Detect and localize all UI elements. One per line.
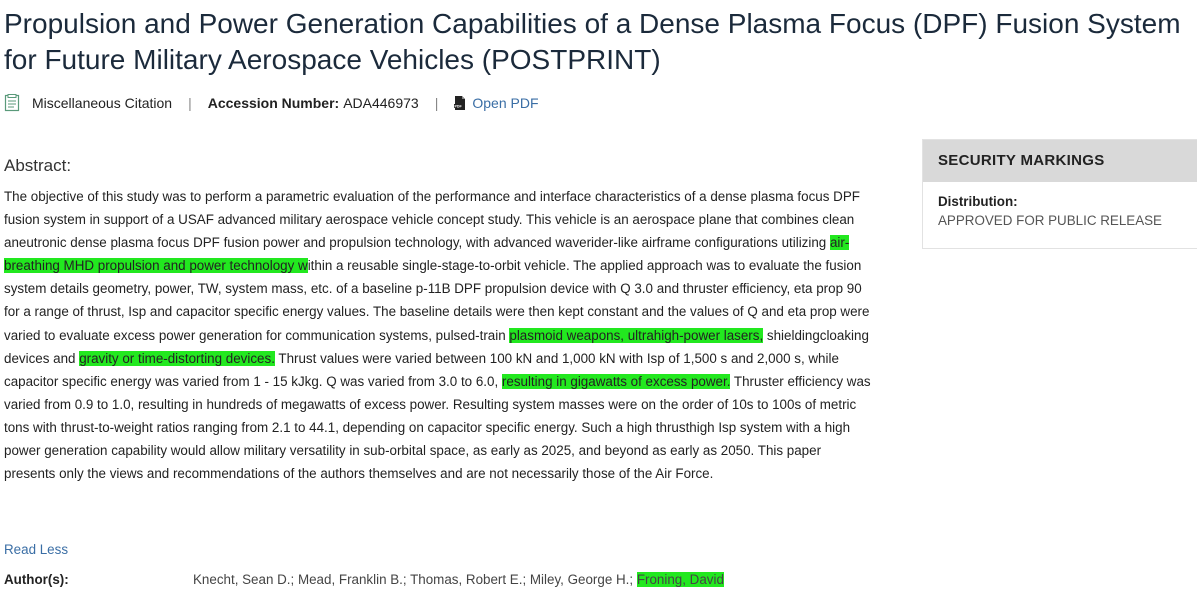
citation-type: Miscellaneous Citation (32, 95, 173, 111)
page-title: Propulsion and Power Generation Capabili… (4, 8, 1181, 75)
distribution-value: APPROVED FOR PUBLIC RELEASE (938, 213, 1162, 228)
authors-names: Knecht, Sean D.; Mead, Franklin B.; Thom… (193, 572, 634, 587)
abstract-highlight: gravity or time-distorting devices. (79, 350, 275, 366)
abstract-heading: Abstract: (4, 156, 72, 175)
pdf-file-icon[interactable]: PDF (454, 96, 466, 110)
abstract-segment: The objective of this study was to perfo… (4, 189, 860, 251)
accession-number-label: Accession Number: (207, 95, 340, 111)
security-markings-panel: SECURITY MARKINGS Distribution: APPROVED… (922, 139, 1197, 249)
distribution-label: Distribution: (938, 194, 1018, 209)
security-markings-heading: SECURITY MARKINGS (923, 140, 1197, 182)
security-markings-body: Distribution: APPROVED FOR PUBLIC RELEAS… (923, 182, 1197, 240)
citation-meta-bar: Miscellaneous Citation | Accession Numbe… (4, 94, 539, 112)
read-less-link[interactable]: Read Less (4, 542, 68, 557)
authors-list: Knecht, Sean D.; Mead, Franklin B.; Thom… (193, 572, 724, 587)
abstract-text: The objective of this study was to perfo… (4, 185, 872, 485)
abstract-highlight: plasmoid weapons, ultrahigh-power lasers… (509, 327, 764, 343)
citation-document-icon (4, 94, 20, 112)
abstract-highlight: resulting in gigawatts of excess power. (501, 373, 731, 389)
accession-number-value: ADA446973 (343, 95, 419, 111)
meta-separator: | (188, 95, 192, 111)
author-highlighted: Froning, David (636, 572, 724, 587)
meta-separator: | (434, 95, 439, 111)
svg-text:PDF: PDF (455, 105, 463, 109)
open-pdf-link[interactable]: Open PDF (472, 95, 538, 111)
authors-label: Author(s): (4, 572, 69, 587)
abstract-segment: Thruster efficiency was varied from 0.9 … (4, 373, 871, 482)
